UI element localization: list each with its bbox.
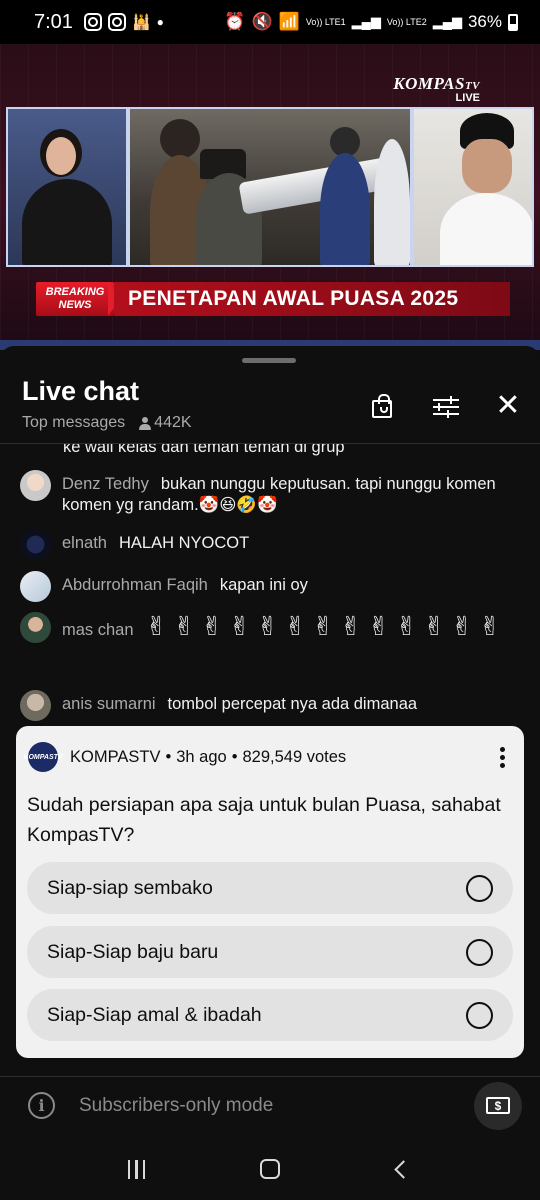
live-chat-panel: Live chat Top messages 442K ✕ ke wali ke… [0,346,540,1200]
chat-message-text: tombol percepat nya ada dimanaa [167,695,418,713]
chat-author[interactable]: anis sumarni [62,695,156,713]
home-button[interactable] [245,1149,295,1189]
info-icon[interactable]: i [28,1092,55,1119]
tune-icon [433,396,459,418]
headline-ticker: PENETAPAN AWAL PUASA 2025 [114,282,510,316]
dot-icon: ● [156,15,164,29]
radio-icon [466,1001,493,1029]
recents-icon [127,1159,146,1179]
poll-header: KOMPASTV KOMPASTV • 3h ago • 829,549 vot… [23,742,514,772]
alarm-icon: ⏰ [224,12,246,31]
close-icon: ✕ [495,389,521,422]
instagram-icon [83,13,102,31]
super-chat-icon: $ [486,1097,510,1114]
chat-message-list[interactable]: ke wali kelas dan teman teman di grup De… [0,444,540,724]
channel-logo: KOMPASTV [23,742,63,772]
rukyat-video-panel [128,107,412,267]
chat-message-text: ✌✌✌✌✌✌✌✌✌✌✌✌✌ [145,611,507,641]
poll-option-label: Siap-siap sembako [47,876,213,899]
chat-message-text: ke wali kelas dan teman teman di grup [63,444,345,456]
poll-option[interactable]: Siap-Siap baju baru [27,926,513,978]
poll-time: 3h ago [176,747,227,766]
live-chat-title: Live chat [22,376,140,406]
signal-bars-icon: ▂▄▆ [432,14,462,29]
chat-author[interactable]: mas chan [62,621,134,639]
avatar[interactable] [20,470,51,501]
chat-author[interactable]: Abdurrohman Faqih [62,576,208,594]
viewer-count: 442K [154,414,192,431]
subscribers-only-notice: Subscribers-only mode [79,1094,274,1116]
chat-message: mas chan ✌✌✌✌✌✌✌✌✌✌✌✌✌ [20,612,510,643]
drag-handle[interactable] [242,358,296,363]
status-time: 7:01 [34,10,73,33]
status-bar: 7:01 🕌 ● ⏰ 🔇 📶 Vo)) LTE1 ▂▄▆ Vo)) LTE2 ▂… [0,0,540,44]
instagram-icon [107,13,126,31]
signal-lte2-icon: Vo)) LTE2 [386,16,427,27]
anchor-video-panel [6,107,128,267]
chat-author[interactable]: Denz Tedhy [62,475,149,493]
mosque-icon: 🕌 [131,14,151,31]
chat-message: Denz Tedhy bukan nunggu keputusan. tapi n… [20,470,510,516]
signal-bars-icon: ▂▄▆ [351,14,381,29]
poll-option-label: Siap-Siap amal & ibadah [47,1003,262,1026]
breaking-news-badge: BREAKING NEWS [36,282,114,316]
shopping-bag-button[interactable] [364,388,400,424]
viewers-icon [139,416,152,430]
chat-message: Abdurrohman Faqih kapan ini oy [20,571,510,602]
avatar[interactable] [20,690,51,721]
chat-message: elnath HALAH NYOCOT [20,529,510,560]
signal-lte1-icon: Vo)) LTE1 [305,16,346,27]
chat-message-text: kapan ini oy [219,576,308,594]
chat-mode-selector[interactable]: Top messages 442K [22,414,192,432]
poll-question: Sudah persiapan apa saja untuk bulan Pua… [27,794,501,846]
more-options-button[interactable] [490,745,514,769]
wifi-icon: 📶 [278,12,300,31]
poll-option-label: Siap-Siap baju baru [47,940,219,963]
video-player[interactable]: KOMPASTV LIVE BREAKING NEWS PENETAPAN AW… [0,44,540,350]
radio-icon [466,938,493,966]
home-icon [259,1159,280,1179]
chat-message-text: HALAH NYOCOT [118,534,250,552]
poll-channel-name: KOMPASTV [70,747,161,766]
radio-icon [466,874,493,902]
poll-card: KOMPASTV KOMPASTV • 3h ago • 829,549 vot… [16,726,524,1058]
super-chat-button[interactable]: $ [474,1081,522,1130]
chat-filter-button[interactable] [428,388,464,424]
back-icon [394,1159,413,1179]
chat-input-bar: i Subscribers-only mode $ [0,1076,540,1134]
poll-option[interactable]: Siap-Siap amal & ibadah [27,989,513,1041]
battery-percent: 36% [467,12,502,31]
chat-author[interactable]: elnath [62,534,107,552]
close-chat-button[interactable]: ✕ [490,388,526,424]
poll-option[interactable]: Siap-siap sembako [27,862,513,914]
back-button[interactable] [378,1149,428,1189]
mute-icon: 🔇 [251,12,273,31]
chat-message: anis sumarni tombol percepat nya ada dima… [20,690,510,721]
cleric-video-panel [412,107,534,267]
shopping-bag-icon [372,393,392,418]
battery-icon [508,13,518,31]
poll-votes: 829,549 votes [242,747,347,766]
recents-button[interactable] [112,1149,162,1189]
avatar[interactable] [20,571,51,602]
system-navigation-bar [0,1138,540,1200]
avatar[interactable] [20,529,51,560]
kompastv-logo: KOMPASTV LIVE [393,74,480,104]
avatar[interactable] [20,612,51,643]
chat-mode-label: Top messages [22,414,126,431]
